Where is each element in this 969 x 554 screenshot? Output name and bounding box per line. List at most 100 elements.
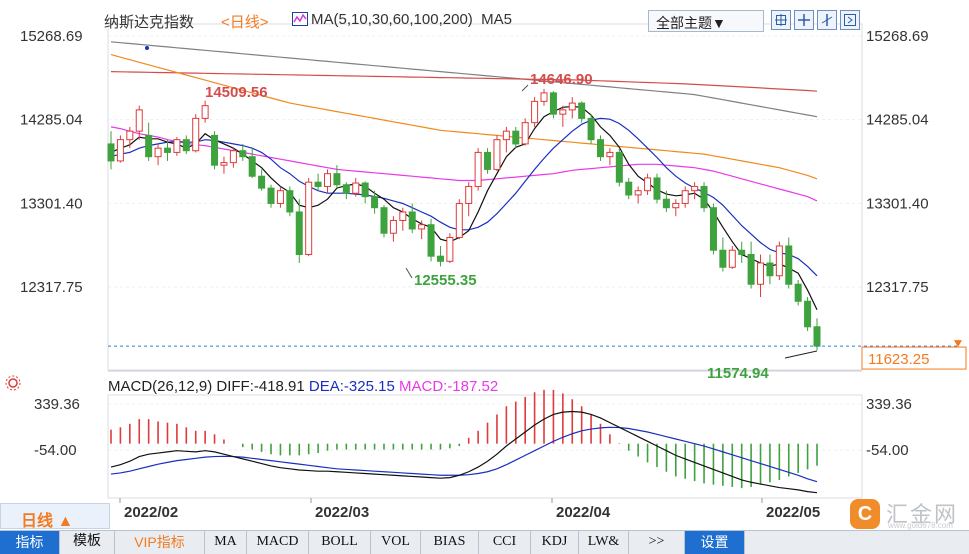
candle-body: [587, 117, 595, 141]
macd-panel-frame: [107, 394, 863, 499]
candle-body: [361, 182, 369, 198]
candle: [229, 148, 237, 168]
tab-macd[interactable]: MACD: [247, 531, 309, 554]
candle: [116, 135, 124, 163]
candle: [220, 156, 228, 174]
candle: [568, 97, 576, 119]
candle: [738, 241, 746, 263]
candle-body: [559, 109, 567, 115]
candle-body: [493, 139, 501, 170]
candle: [691, 182, 699, 200]
ma-settings-icon[interactable]: [292, 12, 308, 26]
candle-body: [549, 92, 557, 115]
candle: [389, 216, 397, 242]
candle-body: [333, 173, 341, 186]
logo-url: www.gold678.com: [888, 521, 953, 530]
macd-tick-right: 339.36: [866, 396, 912, 413]
candle: [455, 199, 463, 240]
candle-body: [474, 151, 482, 187]
candle: [549, 91, 557, 119]
price-tick-left: 15268.69: [20, 28, 83, 45]
tab-templates[interactable]: 模板: [60, 531, 115, 554]
candle: [775, 241, 783, 281]
candle: [653, 173, 661, 204]
tab-cci[interactable]: CCI: [479, 531, 531, 554]
tab-more[interactable]: >>: [629, 531, 685, 554]
candle: [644, 173, 652, 195]
candle-body: [606, 151, 614, 158]
candle-body: [182, 139, 190, 152]
annotation-low-mid: 12555.35: [414, 272, 477, 289]
price-tick-right: 14285.04: [866, 112, 929, 129]
ma200-line: [110, 41, 818, 118]
zoom-out-icon[interactable]: [817, 10, 837, 30]
annotation-low-last-pointer: [784, 350, 818, 359]
theme-select[interactable]: 全部主题▼: [648, 10, 764, 32]
candle-body: [681, 190, 689, 204]
candle-body: [757, 262, 765, 285]
candle-body: [163, 147, 171, 153]
candle-body: [625, 181, 633, 196]
candle-body: [201, 105, 209, 119]
candle-body: [145, 134, 153, 158]
candle-body: [813, 326, 821, 347]
candle: [107, 131, 115, 170]
period-label[interactable]: <日线>: [221, 11, 269, 32]
candle-body: [465, 185, 473, 204]
candle-body: [568, 102, 576, 111]
tab-ma[interactable]: MA: [205, 531, 247, 554]
candle-body: [389, 219, 397, 234]
indicator-settings-icon[interactable]: [5, 375, 21, 391]
time-label-3: 2022/05: [766, 504, 820, 521]
fullscreen-icon[interactable]: [840, 10, 860, 30]
price-tick-right: 12317.75: [866, 279, 929, 296]
candle: [248, 148, 256, 178]
candle-body: [258, 175, 266, 189]
candle-body: [484, 151, 492, 170]
tab-bias[interactable]: BIAS: [421, 531, 479, 554]
tab-vip-indicators[interactable]: VIP指标: [115, 531, 205, 554]
candle-body: [436, 255, 444, 262]
annotation-high-left: 14509.56: [205, 84, 268, 101]
candle: [154, 143, 162, 166]
candle: [766, 254, 774, 285]
candle: [465, 182, 473, 217]
candle-body: [399, 211, 407, 221]
candle: [606, 148, 614, 166]
price-tick-right: 15268.69: [866, 28, 929, 45]
zoom-in-icon[interactable]: [794, 10, 814, 30]
crosshair-icon[interactable]: [771, 10, 791, 30]
candle-body: [596, 139, 604, 158]
price-tick-right: 13301.40: [866, 195, 929, 212]
tab-vol[interactable]: VOL: [371, 531, 421, 554]
index-name: 纳斯达克指数: [104, 14, 195, 31]
candle-body: [644, 177, 652, 192]
kline-chart[interactable]: 15268.69 15268.69 14285.04 14285.04 13301.40…: [0, 0, 969, 554]
candle-body: [672, 202, 680, 209]
candle-body: [305, 181, 313, 255]
candle: [436, 245, 444, 267]
macd-tick-left: 339.36: [34, 396, 80, 413]
candle: [201, 100, 209, 123]
candle-body: [239, 150, 247, 158]
candle-body: [531, 100, 539, 124]
candle-body: [662, 198, 670, 209]
macd-header: MACD(26,12,9) DIFF:-418.91 DEA:-325.15 M…: [108, 378, 498, 395]
current-price-label: 11623.25: [868, 351, 929, 368]
tab-indicators[interactable]: 指标: [0, 531, 60, 554]
candle-body: [342, 184, 350, 194]
tab-lw[interactable]: LW&: [579, 531, 629, 554]
candle-body: [719, 249, 727, 268]
annotation-low-mid-pointer: [405, 267, 413, 279]
diff-line: [110, 410, 818, 494]
tab-settings[interactable]: 设置: [685, 531, 745, 554]
candle: [295, 199, 303, 263]
period-button[interactable]: 日线 ▲: [0, 503, 110, 530]
candle: [182, 135, 190, 155]
candle: [314, 173, 322, 191]
tab-kdj[interactable]: KDJ: [531, 531, 579, 554]
candle: [258, 169, 266, 191]
candle: [427, 218, 435, 262]
logo-icon: C: [850, 499, 880, 529]
tab-boll[interactable]: BOLL: [309, 531, 371, 554]
